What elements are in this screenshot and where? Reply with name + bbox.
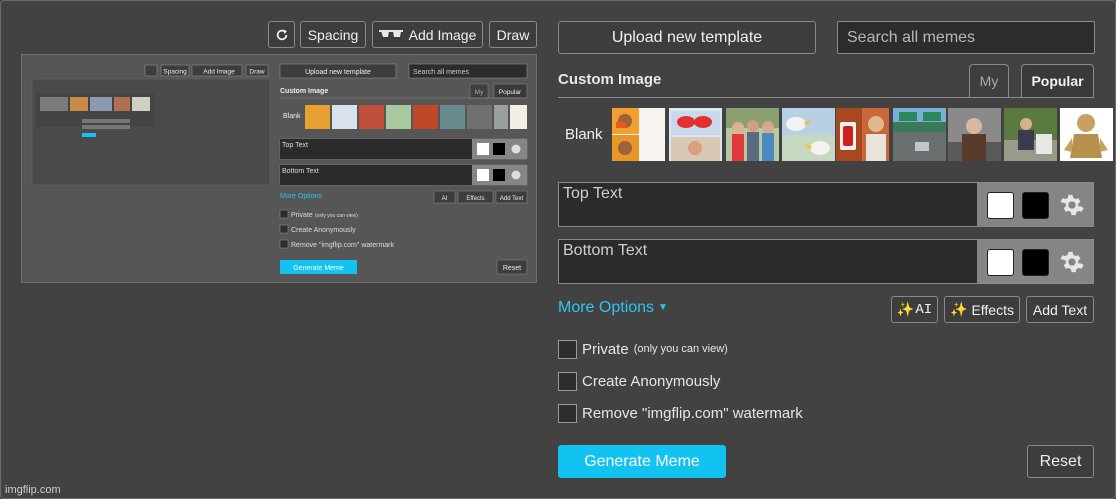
search-memes-input[interactable] <box>837 21 1095 54</box>
top-text-outline-swatch[interactable] <box>1022 192 1049 219</box>
svg-text:Private: Private <box>291 212 313 219</box>
svg-text:Blank: Blank <box>283 113 301 120</box>
private-checkbox-row[interactable]: Private (only you can view) <box>558 339 728 359</box>
tab-my-label: My <box>979 73 999 89</box>
private-sublabel: (only you can view) <box>633 343 728 355</box>
caret-down-icon: ▼ <box>658 302 668 313</box>
bottom-text-color-swatch[interactable] <box>987 249 1014 276</box>
tabs-divider <box>558 97 1094 98</box>
sparkles-icon: ✨ <box>896 301 915 317</box>
add-text-label: Add Text <box>1032 301 1088 318</box>
private-label: Private <box>582 340 629 358</box>
reset-label: Reset <box>1039 452 1082 470</box>
svg-text:Custom Image: Custom Image <box>280 88 328 95</box>
top-text-row <box>558 182 1094 227</box>
bottom-text-input[interactable] <box>559 240 977 283</box>
upload-template-label: Upload new template <box>611 28 763 46</box>
distracted-boyfriend-meme-thumb[interactable] <box>726 108 779 161</box>
svg-text:Search all memes: Search all memes <box>413 69 470 76</box>
svg-text:Popular: Popular <box>499 89 522 96</box>
upload-template-button[interactable]: Upload new template <box>558 21 816 54</box>
top-text-input[interactable] <box>559 183 977 226</box>
two-buttons-meme-thumb[interactable] <box>669 108 722 161</box>
cheems-meme-thumb[interactable] <box>1060 108 1113 161</box>
svg-text:Spacing: Spacing <box>163 69 187 76</box>
generate-meme-button[interactable]: Generate Meme <box>558 445 726 478</box>
svg-text:Draw: Draw <box>249 69 264 76</box>
svg-text:Effects: Effects <box>466 196 484 202</box>
svg-text:Add Image: Add Image <box>203 69 235 76</box>
gear-icon[interactable] <box>1059 192 1085 218</box>
draw-button[interactable]: Draw <box>489 21 537 48</box>
svg-text:(only you can view): (only you can view) <box>315 213 358 219</box>
svg-text:Remove "imgflip.com" watermark: Remove "imgflip.com" watermark <box>291 242 394 249</box>
gear-icon[interactable] <box>1059 249 1085 275</box>
more-options-label: More Options <box>558 299 655 316</box>
spacing-button[interactable]: Spacing <box>300 21 366 48</box>
sunglasses-icon <box>378 29 403 37</box>
svg-text:Generate Meme: Generate Meme <box>293 265 344 272</box>
bottom-text-row <box>558 239 1094 284</box>
custom-image-label: Custom Image <box>558 71 662 88</box>
uno-player-meme-thumb[interactable] <box>862 108 889 161</box>
svg-text:Bottom Text: Bottom Text <box>282 168 319 175</box>
imgflip-watermark: imgflip.com <box>5 484 61 496</box>
more-options-toggle[interactable]: More Options ▼ <box>558 299 668 317</box>
anonymous-checkbox-row[interactable]: Create Anonymously <box>558 371 720 391</box>
anonymous-label: Create Anonymously <box>582 372 721 390</box>
blank-template-button[interactable]: Blank <box>565 126 603 143</box>
spacing-label: Spacing <box>307 26 359 43</box>
svg-text:More Options: More Options <box>280 193 323 200</box>
sparkles-icon: ✨ <box>950 301 968 317</box>
add-text-button[interactable]: Add Text <box>1026 296 1094 323</box>
svg-text:Reset: Reset <box>503 265 521 272</box>
svg-text:Top Text: Top Text <box>282 142 308 149</box>
remove-watermark-checkbox-row[interactable]: Remove "imgflip.com" watermark <box>558 403 803 423</box>
private-checkbox[interactable] <box>558 339 577 359</box>
bird-meme-thumb[interactable] <box>782 108 835 161</box>
svg-text:Create Anonymously: Create Anonymously <box>291 227 356 234</box>
ai-label: AI <box>915 301 933 318</box>
svg-text:Upload new template: Upload new template <box>305 69 371 76</box>
drake-meme-thumb[interactable] <box>612 108 665 161</box>
preview-image: Spacing Add Image Draw Upload new templa… <box>22 55 536 282</box>
effects-button[interactable]: ✨ Effects <box>944 296 1020 323</box>
rotate-button[interactable] <box>268 21 295 48</box>
reset-button[interactable]: Reset <box>1027 445 1094 478</box>
svg-text:My: My <box>475 89 484 96</box>
remove-watermark-checkbox[interactable] <box>558 403 577 423</box>
bernie-meme-thumb[interactable] <box>948 108 1001 161</box>
tab-my[interactable]: My <box>969 64 1009 97</box>
running-away-meme-thumb[interactable] <box>1004 108 1057 161</box>
bottom-text-outline-swatch[interactable] <box>1022 249 1049 276</box>
tab-popular-label: Popular <box>1031 73 1084 89</box>
svg-text:AI: AI <box>442 196 448 202</box>
generate-meme-label: Generate Meme <box>584 452 700 470</box>
draw-label: Draw <box>496 26 530 43</box>
top-text-color-swatch[interactable] <box>987 192 1014 219</box>
uno-draw-25-meme-thumb[interactable] <box>836 108 862 161</box>
remove-watermark-label: Remove "imgflip.com" watermark <box>582 404 803 422</box>
anonymous-checkbox[interactable] <box>558 371 577 391</box>
rotate-icon <box>276 28 287 40</box>
add-image-label: Add Image <box>408 26 477 43</box>
svg-text:Add Text: Add Text <box>500 196 524 202</box>
tab-popular[interactable]: Popular <box>1021 64 1094 97</box>
add-image-button[interactable]: Add Image <box>372 21 483 48</box>
meme-preview-canvas[interactable]: Spacing Add Image Draw Upload new templa… <box>21 54 537 283</box>
effects-label: Effects <box>971 301 1014 318</box>
ai-button[interactable]: ✨ AI <box>891 296 938 323</box>
left-exit-ramp-meme-thumb[interactable] <box>893 108 946 161</box>
